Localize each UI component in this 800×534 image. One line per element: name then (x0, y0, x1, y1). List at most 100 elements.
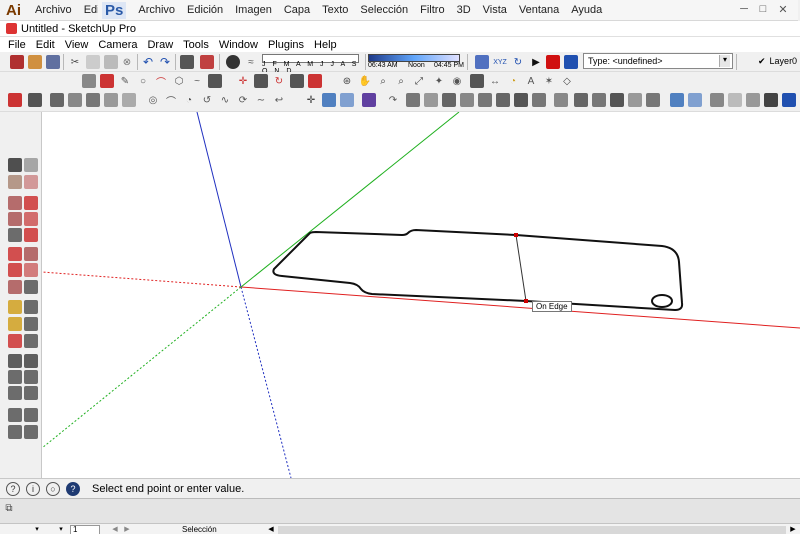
divider-edge[interactable] (515, 234, 527, 302)
axes-tool-icon[interactable]: ✶ (542, 74, 556, 88)
sandbox-from-contours-icon[interactable] (442, 93, 456, 107)
backedges-icon[interactable] (68, 93, 82, 107)
redo-icon[interactable]: ↷ (158, 55, 172, 69)
minimize-icon[interactable]: ─ (737, 3, 751, 15)
spiral-tool-icon[interactable]: ↺ (200, 93, 214, 107)
rotate-view-icon[interactable]: ↻ (511, 55, 525, 69)
last-page-icon[interactable]: ▶ (122, 524, 132, 534)
ps-menu-texto[interactable]: Texto (322, 4, 348, 16)
zoom-extents-icon[interactable]: ⤢ (412, 74, 426, 88)
hook-tool-icon[interactable]: ↩ (272, 93, 286, 107)
shaded-icon[interactable] (122, 93, 136, 107)
smoove-icon[interactable] (478, 93, 492, 107)
panel-tool-icon[interactable]: ⧉ (2, 501, 16, 515)
dimension-icon[interactable]: ↔ (488, 74, 502, 88)
component-tool-icon[interactable] (24, 158, 38, 172)
line-tool-icon[interactable] (24, 196, 38, 210)
drawing-viewport[interactable]: On Edge (42, 112, 800, 478)
pushpull-icon[interactable] (254, 74, 268, 88)
pan-tool-icon[interactable] (24, 354, 38, 368)
menu-tools[interactable]: Tools (183, 39, 209, 51)
stop-icon[interactable] (546, 55, 560, 69)
solid-intersect-icon[interactable] (688, 93, 702, 107)
solid-union-icon[interactable] (670, 93, 684, 107)
dropdown-icon[interactable]: ▾ (32, 524, 42, 534)
curve-tool-icon[interactable]: ∿ (218, 93, 232, 107)
open-file-icon[interactable] (28, 55, 42, 69)
look-icon[interactable]: ◉ (450, 74, 464, 88)
rotate-tool-icon[interactable] (8, 263, 22, 277)
add-detail-icon[interactable] (532, 93, 546, 107)
save-icon[interactable] (46, 55, 60, 69)
polygon-icon[interactable]: ⬡ (172, 74, 186, 88)
freehand-tool-icon[interactable] (24, 228, 38, 242)
pan-icon[interactable]: ✋ (358, 74, 372, 88)
left-view-icon[interactable] (424, 93, 438, 107)
solid-subtract-icon[interactable] (710, 93, 724, 107)
scale-tool-icon[interactable] (8, 280, 22, 294)
erase-icon[interactable]: ⊗ (120, 55, 134, 69)
model-drawing[interactable] (42, 112, 800, 478)
axes-icon[interactable]: XYZ (493, 55, 507, 69)
ps-menu-vista[interactable]: Vista (483, 4, 507, 16)
fog-icon[interactable]: ≈ (244, 55, 258, 69)
axes-tool-icon[interactable] (8, 334, 22, 348)
right-view-icon[interactable]: ↷ (386, 93, 400, 107)
paste-icon[interactable] (104, 55, 118, 69)
hidden-line-icon[interactable] (104, 93, 118, 107)
pencil-icon[interactable]: ✎ (118, 74, 132, 88)
solid-split-icon[interactable] (746, 93, 760, 107)
ps-menu-edicion[interactable]: Edición (187, 4, 223, 16)
dimension-tool-icon[interactable] (24, 300, 38, 314)
circle-icon[interactable]: ○ (136, 74, 150, 88)
zoom-window-tool-icon[interactable] (24, 370, 38, 384)
illustrator-logo[interactable]: Ai (4, 2, 23, 19)
help-icon[interactable]: ? (66, 481, 80, 496)
ps-menu-filtro[interactable]: Filtro (420, 4, 444, 16)
copy-icon[interactable] (86, 55, 100, 69)
menu-file[interactable]: File (8, 39, 26, 51)
circle-hole[interactable] (651, 294, 673, 308)
rectangle-tool-icon[interactable] (8, 196, 22, 210)
menu-camera[interactable]: Camera (98, 39, 137, 51)
dynamic-component-icon[interactable] (646, 93, 660, 107)
previous-tool-icon[interactable] (8, 386, 22, 400)
move-view-icon[interactable]: ✛ (304, 93, 318, 107)
look-around-tool-icon[interactable] (24, 408, 38, 422)
section-tool-icon[interactable] (24, 425, 38, 439)
model-info-icon[interactable] (200, 55, 214, 69)
arc-tool-icon[interactable]: ⌒ (164, 93, 178, 108)
ps-menu-archivo[interactable]: Archivo (138, 4, 175, 16)
orbit-tool-icon[interactable] (8, 354, 22, 368)
rounded-outline-shape[interactable] (272, 228, 684, 312)
sandbox-icon[interactable] (782, 93, 796, 107)
display-section-icon[interactable] (28, 93, 42, 107)
top-view-icon[interactable] (340, 93, 354, 107)
ps-menu-ventana[interactable]: Ventana (519, 4, 559, 16)
freehand-icon[interactable]: ~ (190, 74, 204, 88)
extension-warehouse-icon[interactable] (610, 93, 624, 107)
rotate-icon[interactable]: ↻ (272, 74, 286, 88)
front-view-icon[interactable] (362, 93, 376, 107)
paint-tool-icon[interactable] (8, 175, 22, 189)
user-icon[interactable]: ○ (46, 481, 60, 496)
pie-tool-icon[interactable]: ◔ (182, 93, 196, 107)
move-icon[interactable]: ✛ (236, 74, 250, 88)
zoom-tool-icon[interactable] (8, 370, 22, 384)
menu-edit[interactable]: Edit (36, 39, 55, 51)
followme-tool-icon[interactable] (24, 263, 38, 277)
tape-measure-icon[interactable] (470, 74, 484, 88)
stamp-icon[interactable] (496, 93, 510, 107)
menu-help[interactable]: Help (314, 39, 337, 51)
print-icon[interactable] (180, 55, 194, 69)
chevron-down-icon[interactable]: ▾ (719, 55, 730, 67)
orbit-icon[interactable]: ⊛ (340, 74, 354, 88)
helix-tool-icon[interactable]: ⟳ (236, 93, 250, 107)
play-icon[interactable]: ▶ (529, 55, 543, 69)
back-view-icon[interactable] (406, 93, 420, 107)
drape-icon[interactable] (514, 93, 528, 107)
rectangle-icon[interactable] (100, 74, 114, 88)
zoom-window-icon[interactable]: ⌕ (394, 74, 408, 88)
shadow-time-slider[interactable] (368, 54, 460, 62)
credits-icon[interactable]: i (26, 481, 40, 496)
